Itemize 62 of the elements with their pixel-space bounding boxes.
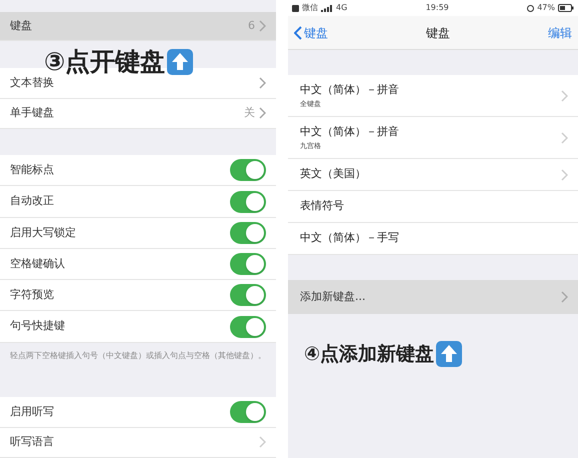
chevron-icon — [561, 291, 568, 303]
keyboard-row[interactable]: 英文（美国） — [288, 159, 578, 191]
toggle-switch[interactable] — [230, 316, 266, 338]
row-label: 句号快捷键 — [10, 318, 65, 334]
settings-row[interactable]: 自动改正 — [0, 186, 276, 218]
keyboard-name: 表情符号 — [300, 198, 344, 214]
settings-row[interactable]: 句号快捷键 — [0, 311, 276, 343]
toggle-switch[interactable] — [230, 190, 266, 213]
row-label: 智能标点 — [10, 162, 54, 178]
app-icon — [292, 4, 299, 12]
battery-text: 47% — [537, 2, 555, 14]
settings-row[interactable]: 启用听写 — [0, 397, 276, 428]
row-label: 字符预览 — [10, 287, 54, 304]
footnote: 轻点两下空格键插入句号（中文键盘）或插入句点与空格（其他键盘）。 — [9, 350, 267, 362]
row-label: 文本替换 — [10, 74, 54, 91]
toggle-switch[interactable] — [230, 159, 266, 182]
settings-row[interactable]: 听写语言 — [0, 428, 276, 458]
back-chevron-icon — [294, 26, 302, 40]
row-label: 自动改正 — [10, 193, 54, 210]
add-keyboard-label: 添加新键盘... — [300, 288, 366, 305]
keyboard-name: 中文（简体）－拼音 — [300, 124, 399, 140]
row-value: 关 — [244, 104, 255, 121]
location-icon — [527, 4, 534, 12]
clock-text: 19:59 — [426, 2, 449, 14]
toggle-switch[interactable] — [230, 284, 266, 306]
back-button[interactable]: 键盘 — [294, 24, 328, 42]
settings-row[interactable]: 智能标点 — [0, 155, 276, 186]
add-keyboard-row[interactable]: 添加新键盘... — [288, 280, 578, 314]
keyboard-row[interactable]: 表情符号 — [288, 191, 578, 223]
settings-row[interactable]: 空格键确认 — [0, 248, 276, 280]
row-label: 启用大写锁定 — [10, 224, 76, 241]
chevron-icon — [259, 20, 266, 32]
row-label: 启用听写 — [10, 404, 54, 420]
edit-button[interactable]: 编辑 — [548, 24, 572, 42]
chevron-icon — [561, 90, 568, 102]
row-label: 单手键盘 — [10, 104, 54, 121]
annotation-text: ④点添加新键盘 — [304, 342, 434, 367]
settings-row[interactable]: 启用大写锁定 — [0, 218, 276, 249]
carrier-text: 微信 — [302, 2, 318, 14]
network-text: 4G — [336, 2, 348, 14]
toggle-switch[interactable] — [230, 253, 266, 276]
row-value: 6 — [248, 18, 255, 34]
keyboard-row[interactable]: 中文（简体）－手写 — [288, 223, 578, 255]
row-label: 键盘 — [10, 18, 32, 34]
battery-icon — [558, 4, 574, 12]
toggle-switch[interactable] — [230, 222, 266, 244]
row-label: 听写语言 — [10, 434, 54, 450]
chevron-icon — [259, 436, 266, 448]
row-label: 空格键确认 — [10, 256, 65, 272]
keyboard-name: 中文（简体）－拼音 — [300, 82, 399, 98]
keyboard-name: 英文（美国） — [300, 166, 366, 182]
settings-row[interactable]: 单手键盘 关 — [0, 98, 276, 129]
nav-title: 键盘 — [426, 24, 450, 42]
chevron-icon — [561, 132, 568, 144]
keyboard-name: 中文（简体）－手写 — [300, 230, 399, 246]
signal-icon — [321, 4, 333, 12]
chevron-icon — [259, 107, 266, 120]
toggle-switch[interactable] — [230, 401, 266, 424]
settings-row[interactable]: 键盘 6 — [0, 12, 276, 41]
chevron-icon — [259, 76, 266, 89]
chevron-icon — [561, 168, 568, 180]
settings-row[interactable]: 字符预览 — [0, 280, 276, 312]
